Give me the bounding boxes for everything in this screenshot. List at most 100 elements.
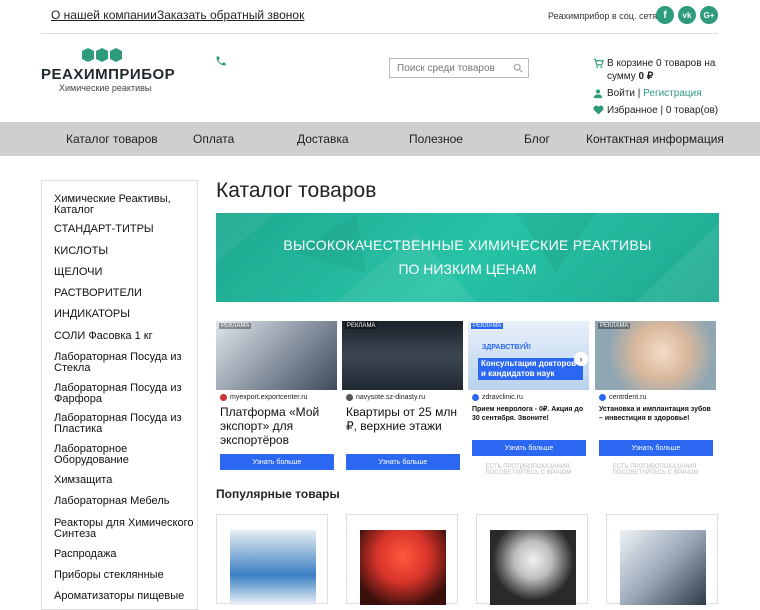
ad-domain: navysote.sz-dinasty.ru [356,394,426,401]
sidebar-item[interactable]: Реакторы для Химического Синтеза [54,518,194,540]
banner-pattern-icon [216,213,719,302]
banner-line1: ВЫСОКОКАЧЕСТВЕННЫЕ ХИМИЧЕСКИЕ РЕАКТИВЫ [283,237,652,253]
ad-card[interactable]: РЕКЛАМА centrdent.ru Установка и имплант… [595,321,716,476]
ad-domain: zdravclinic.ru [482,394,523,401]
sidebar-item[interactable]: Лабораторная Мебель [54,496,194,507]
nav-contacts[interactable]: Контактная информация [586,132,724,146]
logo-hexagons-icon[interactable] [82,47,122,67]
ad-tag: РЕКЛАМА [598,323,631,329]
account-separator: | [637,88,641,99]
nav-payment[interactable]: Оплата [193,132,234,146]
ad-headline: Прием невролога - 0₽. Акция до 30 сентяб… [472,406,584,422]
ad-learn-more-button[interactable]: Узнать больше [472,440,586,456]
ad-image [595,321,716,390]
cart-line2: сумму 0 ₽ [607,70,653,83]
facebook-icon[interactable]: f [656,6,674,24]
search-placeholder: Поиск среди товаров [397,63,495,74]
ad-domain: myexport.exportcenter.ru [230,394,308,401]
zdrav-consult-text: Консультация докторов и кандидатов наук [478,358,583,380]
callback-link[interactable]: Заказать обратный звонок [157,8,304,22]
favorites-row[interactable]: Избранное | 0 товар(ов) [593,104,723,117]
logo-name[interactable]: РЕАХИМПРИБОР [41,66,175,83]
ad-favicon-icon [220,394,227,401]
cart-info[interactable]: В корзине 0 товаров на сумму 0 ₽ [593,57,723,85]
ad-card[interactable]: РЕКЛАМА ЗДРАВСТВУЙ! Консультация докторо… [468,321,589,476]
sidebar-item[interactable]: Лабораторная Посуда из Фарфора [54,383,194,405]
ad-favicon-icon [472,394,479,401]
favorites-link[interactable]: Избранное [607,105,658,116]
sidebar-item[interactable]: КИСЛОТЫ [54,246,194,257]
register-link[interactable]: Регистрация [643,88,701,99]
ad-image [342,321,463,390]
zdrav-brand: ЗДРАВСТВУЙ! [482,344,531,351]
ad-favicon-icon [346,394,353,401]
account-row: Войти | Регистрация [593,87,723,100]
ad-card[interactable]: РЕКЛАМА myexport.exportcenter.ru Платфор… [216,321,337,475]
sidebar-item[interactable]: ИНДИКАТОРЫ [54,309,194,320]
product-card[interactable] [346,514,458,605]
nav-blog[interactable]: Блог [524,132,550,146]
ad-image [216,321,337,390]
logo-subtitle: Химические реактивы [59,83,152,93]
user-icon [593,89,603,99]
sidebar-item[interactable]: Химические Реактивы, Каталог [54,194,194,216]
search-icon[interactable] [513,63,523,73]
flask-flame-image [360,530,446,605]
cart-icon [593,58,604,69]
catalog-sidebar: Химические Реактивы, Каталог СТАНДАРТ-ТИ… [41,180,198,610]
sidebar-item[interactable]: СТАНДАРТ-ТИТРЫ [54,224,194,235]
phone-icon[interactable] [215,55,227,67]
ad-learn-more-button[interactable]: Узнать больше [599,440,713,456]
product-card[interactable] [216,514,328,605]
nav-useful[interactable]: Полезное [409,132,463,146]
sidebar-item[interactable]: Лабораторное Оборудование [54,444,194,466]
carousel-next-icon[interactable]: › [574,352,588,366]
vk-icon[interactable]: vk [678,6,696,24]
nav-catalog[interactable]: Каталог товаров [66,132,158,146]
ad-tag: РЕКЛАМА [219,323,252,329]
favorites-count: 0 товар(ов) [665,105,719,116]
ad-tag: РЕКЛАМА [345,323,378,329]
ad-headline: Квартиры от 25 млн ₽, верхние этажи [346,405,457,433]
popular-title: Популярные товары [216,487,340,501]
sidebar-item[interactable]: Ароматизаторы пищевые [54,591,194,602]
main-nav: Каталог товаров Оплата Доставка Полезное… [0,122,760,156]
top-divider [41,33,718,34]
sidebar-item[interactable]: РАСТВОРИТЕЛИ [54,288,194,299]
sidebar-item[interactable]: ЩЕЛОЧИ [54,267,194,278]
ad-domain: centrdent.ru [609,394,647,401]
cart-sum-prefix: сумму [607,71,639,82]
product-card[interactable] [476,514,588,605]
ad-tag: РЕКЛАМА [471,323,504,329]
product-card[interactable] [606,514,718,605]
sidebar-item[interactable]: Распродажа [54,549,194,560]
promo-banner[interactable]: ВЫСОКОКАЧЕСТВЕННЫЕ ХИМИЧЕСКИЕ РЕАКТИВЫ П… [216,213,719,302]
banner-line2: ПО НИЗКИМ ЦЕНАМ [398,261,537,277]
ampoules-image [230,530,316,605]
cart-sum: 0 ₽ [638,71,654,82]
ad-card[interactable]: РЕКЛАМА navysote.sz-dinasty.ru Квартиры … [342,321,463,475]
favorites-separator: | [660,105,664,116]
ad-disclaimer: ЕСТЬ ПРОТИВОПОКАЗАНИЯ. ПОСОВЕТУЙТЕСЬ С В… [612,464,699,476]
heart-icon [593,105,604,115]
google-plus-icon[interactable]: G+ [700,6,718,24]
nav-delivery[interactable]: Доставка [297,132,349,146]
sidebar-item[interactable]: Приборы стеклянные [54,570,194,581]
top-bar: О нашей компании Заказать обратный звоно… [0,0,760,33]
ad-headline: Установка и имплантация зубов – инвестиц… [599,406,711,422]
ad-learn-more-button[interactable]: Узнать больше [220,454,334,470]
microscope-image [620,530,706,605]
login-link[interactable]: Войти [607,88,635,99]
sidebar-item[interactable]: Химзащита [54,475,194,486]
ad-disclaimer: ЕСТЬ ПРОТИВОПОКАЗАНИЯ. ПОСОВЕТУЙТЕСЬ С В… [485,464,572,476]
cart-line1: В корзине 0 товаров на [607,58,716,69]
about-link[interactable]: О нашей компании [51,8,157,22]
ad-learn-more-button[interactable]: Узнать больше [346,454,460,470]
ad-headline: Платформа «Мой экспорт» для экспортёров [220,405,320,447]
sidebar-item[interactable]: СОЛИ Фасовка 1 кг [54,331,194,342]
page-title: Каталог товаров [216,179,377,202]
sidebar-item[interactable]: Лабораторная Посуда из Стекла [54,352,194,374]
sidebar-item[interactable]: Лабораторная Посуда из Пластика [54,413,194,435]
search-input[interactable]: Поиск среди товаров [389,58,529,78]
social-label: Реахимприбор в соц. сетях: [548,11,665,21]
